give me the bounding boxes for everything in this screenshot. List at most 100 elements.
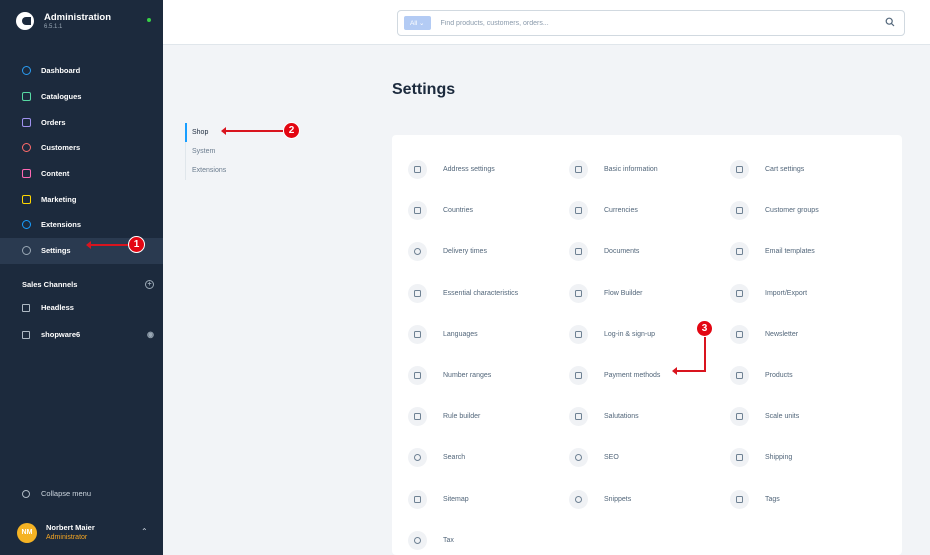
setting-label: Cart settings xyxy=(765,166,805,174)
collapse-menu-label: Collapse menu xyxy=(41,489,92,498)
search-type-dropdown[interactable]: All ⌄ xyxy=(404,16,431,30)
catalogues-icon xyxy=(22,92,31,102)
headless-icon xyxy=(22,303,30,312)
dashboard-icon xyxy=(22,66,31,76)
pie-chart-icon xyxy=(408,530,427,550)
orders-icon xyxy=(22,117,31,127)
setting-sitemap[interactable]: Sitemap xyxy=(408,479,569,520)
setting-rule-builder[interactable]: Rule builder xyxy=(408,396,569,437)
tab-system[interactable]: System xyxy=(185,142,265,161)
setting-label: Shipping xyxy=(765,454,793,462)
add-sales-channel-button[interactable]: + xyxy=(145,280,154,289)
setting-label: Tax xyxy=(443,536,454,544)
app-version: 6.5.1.1 xyxy=(44,23,63,30)
avatar: NM xyxy=(17,522,37,543)
setting-basic-information[interactable]: Basic information xyxy=(569,149,730,190)
setting-cart-settings[interactable]: Cart settings xyxy=(730,149,891,190)
setting-label: Payment methods xyxy=(604,372,661,380)
setting-seo[interactable]: SEO xyxy=(569,437,730,478)
customers-icon xyxy=(22,143,31,153)
setting-search[interactable]: Search xyxy=(408,437,569,478)
cart-icon xyxy=(730,160,749,180)
address-icon xyxy=(408,160,427,180)
step-marker-3: 3 xyxy=(696,320,713,337)
nav-item-dashboard[interactable]: Dashboard xyxy=(0,58,163,84)
setting-products[interactable]: Products xyxy=(730,355,891,396)
collapse-menu-button[interactable]: Collapse menu xyxy=(22,489,91,498)
nav-item-catalogues[interactable]: Catalogues xyxy=(0,84,163,110)
online-status-dot-icon xyxy=(147,18,151,22)
tab-extensions[interactable]: Extensions xyxy=(185,161,265,180)
document-icon xyxy=(569,242,588,262)
setting-newsletter[interactable]: Newsletter xyxy=(730,314,891,355)
setting-essential-characteristics[interactable]: Essential characteristics xyxy=(408,273,569,314)
nav-item-customers[interactable]: Customers xyxy=(0,135,163,161)
sales-channel-shopware6[interactable]: shopware6 ◉ xyxy=(22,330,154,339)
setting-email-templates[interactable]: Email templates xyxy=(730,231,891,272)
shopware-logo-icon[interactable] xyxy=(16,12,34,30)
setting-label: Customer groups xyxy=(765,207,819,215)
setting-label: Email templates xyxy=(765,248,815,256)
setting-label: Basic information xyxy=(604,166,658,174)
setting-number-ranges[interactable]: Number ranges xyxy=(408,355,569,396)
collapse-icon xyxy=(22,489,30,498)
credit-card-icon xyxy=(569,366,588,386)
setting-currencies[interactable]: Currencies xyxy=(569,190,730,231)
setting-label: Tags xyxy=(765,495,780,503)
setting-label: Sitemap xyxy=(443,495,469,503)
search-icon xyxy=(408,448,427,468)
user-name: Norbert Maier xyxy=(46,523,95,532)
setting-scale-units[interactable]: Scale units xyxy=(730,396,891,437)
setting-customer-groups[interactable]: Customer groups xyxy=(730,190,891,231)
marker-3-arrow-vertical xyxy=(704,337,706,371)
setting-tax[interactable]: Tax xyxy=(408,520,569,555)
checkbox-icon xyxy=(408,283,427,303)
content-icon xyxy=(22,169,31,179)
nav-item-content[interactable]: Content xyxy=(0,161,163,187)
sign-in-icon xyxy=(569,324,588,344)
setting-label: Salutations xyxy=(604,413,639,421)
flow-icon xyxy=(569,283,588,303)
setting-label: Languages xyxy=(443,330,478,338)
search-icon[interactable] xyxy=(885,17,895,27)
plug-icon xyxy=(22,220,31,230)
sitemap-icon xyxy=(408,489,427,509)
seo-search-icon xyxy=(569,448,588,468)
setting-label: Products xyxy=(765,372,793,380)
scale-icon xyxy=(730,407,749,427)
setting-languages[interactable]: Languages xyxy=(408,314,569,355)
setting-shipping[interactable]: Shipping xyxy=(730,437,891,478)
user-menu[interactable]: NM Norbert Maier Administrator ⌃ xyxy=(0,510,163,555)
setting-flow-builder[interactable]: Flow Builder xyxy=(569,273,730,314)
marker-1-arrow xyxy=(86,241,128,249)
euro-icon xyxy=(569,201,588,221)
setting-delivery-times[interactable]: Delivery times xyxy=(408,231,569,272)
nav-item-orders[interactable]: Orders xyxy=(0,109,163,135)
search-type-label: All xyxy=(410,19,418,27)
chevron-up-icon[interactable]: ⌃ xyxy=(141,527,148,536)
setting-salutations[interactable]: Salutations xyxy=(569,396,730,437)
nav-item-marketing[interactable]: Marketing xyxy=(0,186,163,212)
setting-countries[interactable]: Countries xyxy=(408,190,569,231)
sales-channel-headless[interactable]: Headless xyxy=(22,303,154,312)
nav-item-label: Orders xyxy=(41,117,66,127)
setting-address-settings[interactable]: Address settings xyxy=(408,149,569,190)
search-input[interactable] xyxy=(440,19,861,27)
setting-snippets[interactable]: Snippets xyxy=(569,479,730,520)
setting-label: Scale units xyxy=(765,413,800,421)
sidebar-header: Administration 6.5.1.1 xyxy=(0,0,163,42)
nav-item-extensions[interactable]: Extensions xyxy=(0,212,163,238)
global-search[interactable]: All ⌄ xyxy=(397,10,905,36)
products-icon xyxy=(730,366,749,386)
setting-label: Essential characteristics xyxy=(443,289,519,297)
topbar: All ⌄ xyxy=(163,0,930,45)
megaphone-icon xyxy=(22,194,31,204)
setting-tags[interactable]: Tags xyxy=(730,479,891,520)
setting-documents[interactable]: Documents xyxy=(569,231,730,272)
setting-label: Import/Export xyxy=(765,289,808,297)
setting-import-export[interactable]: Import/Export xyxy=(730,273,891,314)
eye-icon[interactable]: ◉ xyxy=(147,330,154,339)
setting-label: Number ranges xyxy=(443,372,492,380)
setting-label: SEO xyxy=(604,454,619,462)
users-icon xyxy=(730,201,749,221)
